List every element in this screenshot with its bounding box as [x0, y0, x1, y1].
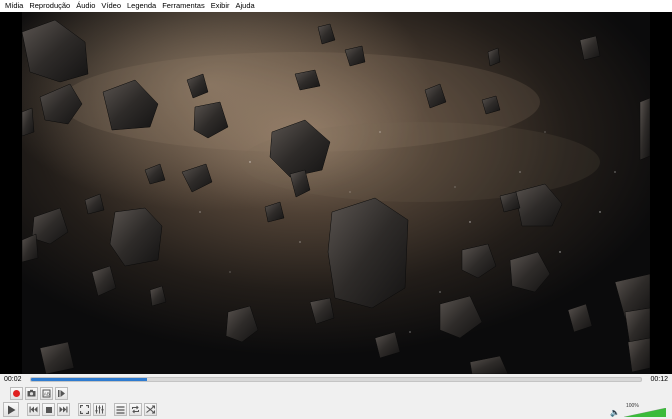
snapshot-button[interactable] — [25, 386, 38, 400]
elapsed-time: 00:02 — [4, 376, 22, 383]
menu-help[interactable]: Ajuda — [234, 0, 259, 12]
previous-icon — [29, 406, 38, 413]
loop-ab-button[interactable]: AB — [40, 386, 53, 400]
shuffle-button[interactable] — [144, 403, 157, 416]
next-icon — [59, 406, 68, 413]
menu-view[interactable]: Exibir — [209, 0, 234, 12]
menu-playback[interactable]: Reprodução — [27, 0, 74, 12]
total-time: 00:12 — [650, 376, 668, 383]
stop-icon — [45, 406, 52, 413]
menu-subtitle[interactable]: Legenda — [125, 0, 160, 12]
fullscreen-button[interactable] — [78, 403, 91, 416]
fullscreen-icon — [80, 405, 89, 414]
video-frame — [0, 12, 672, 374]
record-button[interactable] — [10, 386, 23, 400]
menu-audio[interactable]: Áudio — [74, 0, 99, 12]
speaker-icon[interactable]: 🔈 — [610, 408, 620, 417]
loop-icon — [132, 405, 139, 414]
menu-video[interactable]: Vídeo — [99, 0, 125, 12]
camera-icon — [27, 389, 36, 397]
seek-progress-fill — [31, 378, 147, 381]
menu-tools[interactable]: Ferramentas — [160, 0, 209, 12]
menu-media[interactable]: Mídia — [3, 0, 27, 12]
record-icon — [13, 389, 20, 397]
frame-step-button[interactable] — [55, 386, 68, 400]
extended-settings-icon — [95, 405, 104, 414]
advanced-controls: AB — [0, 386, 68, 400]
shuffle-icon — [146, 405, 155, 414]
volume-slider[interactable] — [624, 408, 666, 417]
seek-slider[interactable] — [30, 377, 642, 382]
play-button[interactable] — [3, 402, 19, 417]
stop-button[interactable] — [42, 403, 55, 416]
previous-button[interactable] — [27, 403, 40, 416]
next-button[interactable] — [57, 403, 70, 416]
volume-control[interactable]: 🔈 100% — [610, 403, 666, 417]
extended-settings-button[interactable] — [93, 403, 106, 416]
loop-button[interactable] — [129, 403, 142, 416]
playlist-button[interactable] — [114, 403, 127, 416]
svg-text:AB: AB — [44, 391, 50, 396]
frame-step-icon — [58, 389, 65, 397]
seek-row: 00:02 00:12 — [0, 374, 672, 386]
main-controls — [0, 401, 157, 418]
menu-bar: Mídia Reprodução Áudio Vídeo Legenda Fer… — [0, 0, 672, 12]
play-icon — [7, 405, 15, 414]
playlist-icon — [116, 405, 125, 414]
video-area[interactable] — [0, 12, 672, 374]
loop-ab-icon: AB — [42, 389, 51, 397]
